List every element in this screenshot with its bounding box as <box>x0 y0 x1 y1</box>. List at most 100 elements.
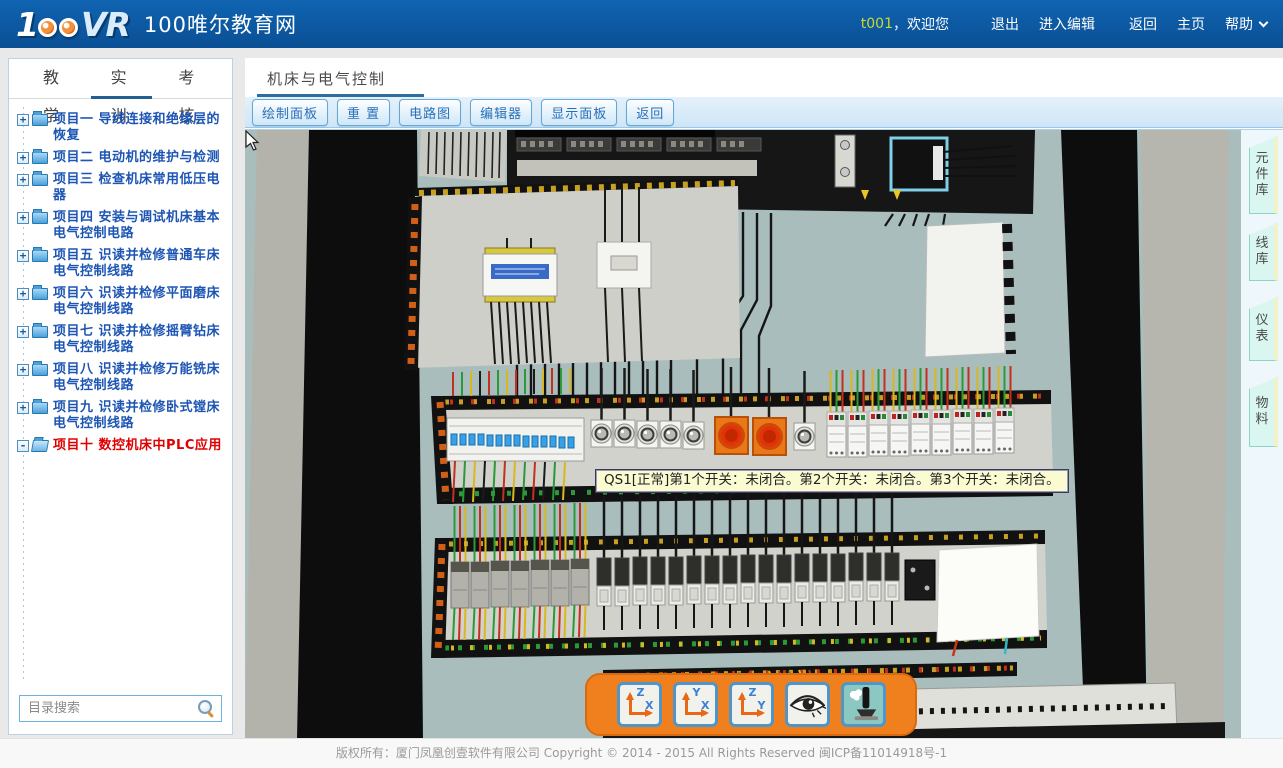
blank-panel-lower <box>937 544 1039 642</box>
expand-plus-icon[interactable] <box>17 288 29 300</box>
junction-box[interactable] <box>905 560 935 600</box>
editor-button[interactable]: 编辑器 <box>470 99 532 126</box>
expand-plus-icon[interactable] <box>17 326 29 338</box>
nav-help[interactable]: 帮助 <box>1225 14 1267 34</box>
tree-item-project4[interactable]: 项目四 安装与调试机床基本电气控制电路 <box>15 207 228 245</box>
return-button[interactable]: 返回 <box>626 99 674 126</box>
expand-plus-icon[interactable] <box>17 114 29 126</box>
expand-plus-icon[interactable] <box>17 402 29 414</box>
circuit-breaker-group[interactable] <box>447 418 584 461</box>
tab-assessment[interactable]: 考核 <box>164 59 214 98</box>
blank-panel-upper <box>925 222 1005 357</box>
tab-teaching[interactable]: 教学 <box>29 59 79 98</box>
show-panel-button[interactable]: 显示面板 <box>541 99 617 126</box>
folder-icon <box>32 174 48 186</box>
axis-horizontal-arrow-icon <box>629 712 650 715</box>
contactor-9[interactable] <box>995 366 1014 453</box>
cabinet-left-gap <box>297 130 423 738</box>
tree-item-project7[interactable]: 项目七 识读并检修摇臂钻床电气控制线路 <box>15 321 228 359</box>
status-tooltip: QS1[正常]第1个开关：未闭合。第2个开关：未闭合。第3个开关：未闭合。 <box>595 469 1069 493</box>
tab-materials[interactable]: 物料 <box>1249 377 1278 447</box>
tree-item-project10-selected[interactable]: 项目十 数控机床中PLC应用 <box>15 435 228 457</box>
logo-zero-icon <box>38 18 57 37</box>
circuit-diagram-button[interactable]: 电路图 <box>399 99 461 126</box>
folder-icon <box>32 152 48 164</box>
contactor-7[interactable] <box>953 367 972 454</box>
cabinet-3d-scene[interactable] <box>245 130 1283 738</box>
sidebar: 教学 实训 考核 项目一 导线连接和绝缘层的恢复 项目二 电动机的维护与检测 项… <box>8 58 233 735</box>
probe-tool-icon <box>844 685 883 724</box>
copyright-text: 版权所有：厦门凤凰创壹软件有限公司 Copyright © 2014 - 201… <box>336 746 947 760</box>
contactor-5[interactable] <box>911 368 930 455</box>
contactor-4[interactable] <box>890 369 909 456</box>
open-folder-icon <box>31 440 49 452</box>
nav-logout[interactable]: 退出 <box>991 14 1019 34</box>
tab-instruments[interactable]: 仪表 <box>1249 297 1278 361</box>
expand-plus-icon[interactable] <box>17 212 29 224</box>
terminal-component[interactable] <box>483 238 557 302</box>
welcome-text: ，欢迎您 <box>893 14 949 34</box>
tree-item-project5[interactable]: 项目五 识读并检修普通车床电气控制线路 <box>15 245 228 283</box>
tree-item-project8[interactable]: 项目八 识读并检修万能铣床电气控制线路 <box>15 359 228 397</box>
expand-plus-icon[interactable] <box>17 364 29 376</box>
tab-wire-library[interactable]: 线库 <box>1249 223 1278 281</box>
nav-back[interactable]: 返回 <box>1129 14 1157 34</box>
tree-item-project9[interactable]: 项目九 识读并检修卧式镗床电气控制线路 <box>15 397 228 435</box>
axis-horizontal-arrow-icon <box>741 712 762 715</box>
eye-icon <box>788 685 827 724</box>
tab-component-library[interactable]: 元件库 <box>1249 136 1278 214</box>
mouse-cursor-icon <box>245 130 261 152</box>
search-input[interactable] <box>19 695 222 722</box>
contactor-2[interactable] <box>848 370 867 457</box>
logo-text: 1 <box>16 5 37 44</box>
nav-enter-edit[interactable]: 进入编辑 <box>1039 14 1095 34</box>
view-axis-yx-button[interactable]: Y X <box>673 682 718 727</box>
tab-training[interactable]: 实训 <box>97 59 147 98</box>
folder-icon <box>32 250 48 262</box>
contactor-3[interactable] <box>869 369 888 456</box>
nav-home[interactable]: 主页 <box>1177 14 1205 34</box>
reset-button[interactable]: 重 置 <box>337 99 390 126</box>
expand-plus-icon[interactable] <box>17 174 29 186</box>
chevron-down-icon <box>1259 18 1269 28</box>
view-probe-button[interactable] <box>841 682 886 727</box>
component-mounting-panel[interactable] <box>404 178 740 370</box>
view-eye-button[interactable] <box>785 682 830 727</box>
footer: 版权所有：厦门凤凰创壹软件有限公司 Copyright © 2014 - 201… <box>0 738 1283 768</box>
tree-item-project1[interactable]: 项目一 导线连接和绝缘层的恢复 <box>15 109 228 147</box>
tree-item-project6[interactable]: 项目六 识读并检修平面磨床电气控制线路 <box>15 283 228 321</box>
cabinet-right-frame <box>1141 130 1229 738</box>
folder-icon <box>32 402 48 414</box>
view-control-toolbar: Z X Y X Z Y <box>585 673 917 736</box>
project-tree: 项目一 导线连接和绝缘层的恢复 项目二 电动机的维护与检测 项目三 检查机床常用… <box>9 107 232 682</box>
folder-icon <box>32 212 48 224</box>
library-tab-strip: 元件库 线库 仪表 物料 <box>1241 130 1283 738</box>
tree-item-project3[interactable]: 项目三 检查机床常用低压电器 <box>15 169 228 207</box>
view-axis-zx-button[interactable]: Z X <box>617 682 662 727</box>
catalog-search <box>19 695 222 722</box>
expand-plus-icon[interactable] <box>17 250 29 262</box>
axis-horizontal-arrow-icon <box>685 712 706 715</box>
contactor-6[interactable] <box>932 368 951 455</box>
tree-item-project2[interactable]: 项目二 电动机的维护与检测 <box>15 147 228 169</box>
simulation-toolbar: 绘制面板 重 置 电路图 编辑器 显示面板 返回 <box>245 97 1283 128</box>
username: t001 <box>861 16 893 32</box>
view-axis-zy-button[interactable]: Z Y <box>729 682 774 727</box>
content-tab-title[interactable]: 机床与电气控制 <box>265 68 396 97</box>
collapse-minus-icon[interactable] <box>17 440 29 452</box>
contactor-8[interactable] <box>974 367 993 454</box>
sidebar-tabs: 教学 实训 考核 <box>9 59 232 99</box>
header: 1 VR 100唯尔教育网 t001 ，欢迎您 退出 进入编辑 返回 主页 帮助 <box>0 0 1283 48</box>
expand-plus-icon[interactable] <box>17 152 29 164</box>
simulation-viewport[interactable]: QS1[正常]第1个开关：未闭合。第2个开关：未闭合。第3个开关：未闭合。 Z … <box>245 129 1283 738</box>
search-icon[interactable] <box>198 700 215 717</box>
folder-icon <box>32 288 48 300</box>
folder-icon <box>32 364 48 376</box>
logo-vr-text: VR <box>81 5 130 44</box>
logo[interactable]: 1 VR <box>16 5 130 44</box>
content-tab-row: 机床与电气控制 <box>245 58 1283 97</box>
draw-panel-button[interactable]: 绘制面板 <box>252 99 328 126</box>
contactor-1[interactable] <box>827 370 846 457</box>
logo-zero-icon <box>59 18 78 37</box>
folder-icon <box>32 114 48 126</box>
